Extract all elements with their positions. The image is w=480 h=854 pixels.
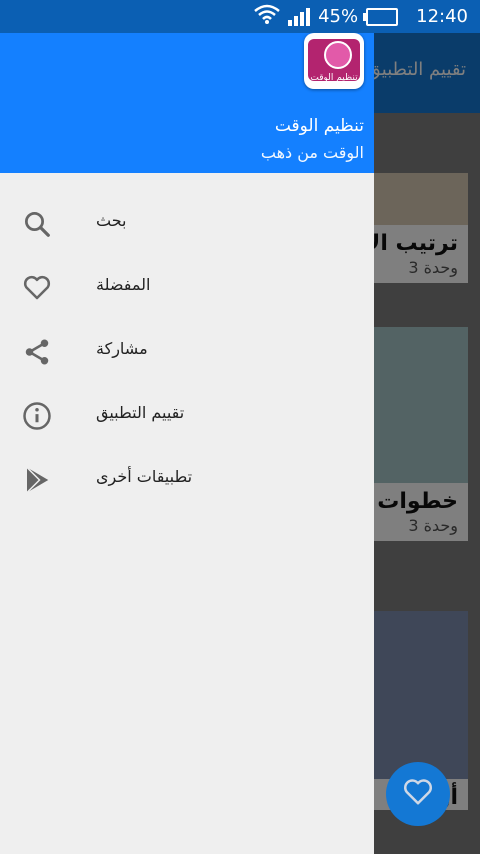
app-subtitle: الوقت من ذهب [260,143,364,162]
signal-icon [288,7,311,26]
drawer-header: تنظيم الوقت تنظيم الوقت الوقت من ذهب [0,33,374,173]
search-icon [22,209,52,239]
heart-icon [22,273,52,303]
menu-item-label: المفضلة [96,275,151,294]
menu-item-label: تقييم التطبيق [96,403,185,422]
menu-item-label: بحث [96,211,127,230]
wifi-icon [254,4,280,29]
status-bar: 45% 12:40 [0,0,480,33]
menu-item-favorites[interactable]: المفضلة [0,255,374,319]
app-logo: تنظيم الوقت [304,33,364,89]
menu-item-rate-app[interactable]: تقييم التطبيق [0,383,374,447]
favorite-fab[interactable] [386,762,450,826]
menu-item-share[interactable]: مشاركة [0,319,374,383]
play-store-icon [22,465,52,495]
info-icon [22,401,52,431]
clock-icon [324,41,352,69]
logo-text: تنظيم الوقت [310,73,358,83]
app-name: تنظيم الوقت [274,116,364,136]
share-icon [22,337,52,367]
drawer-menu: بحث المفضلة مشاركة تقييم التطبيق تطبيقات… [0,191,374,511]
heart-icon [403,778,433,810]
menu-item-search[interactable]: بحث [0,191,374,255]
menu-item-label: مشاركة [96,339,148,358]
navigation-drawer: تنظيم الوقت تنظيم الوقت الوقت من ذهب بحث… [0,33,374,854]
menu-item-label: تطبيقات أخرى [96,467,193,486]
battery-percent: 45% [318,6,359,27]
battery-icon [363,7,399,26]
menu-item-other-apps[interactable]: تطبيقات أخرى [0,447,374,511]
clock: 12:40 [416,6,468,27]
